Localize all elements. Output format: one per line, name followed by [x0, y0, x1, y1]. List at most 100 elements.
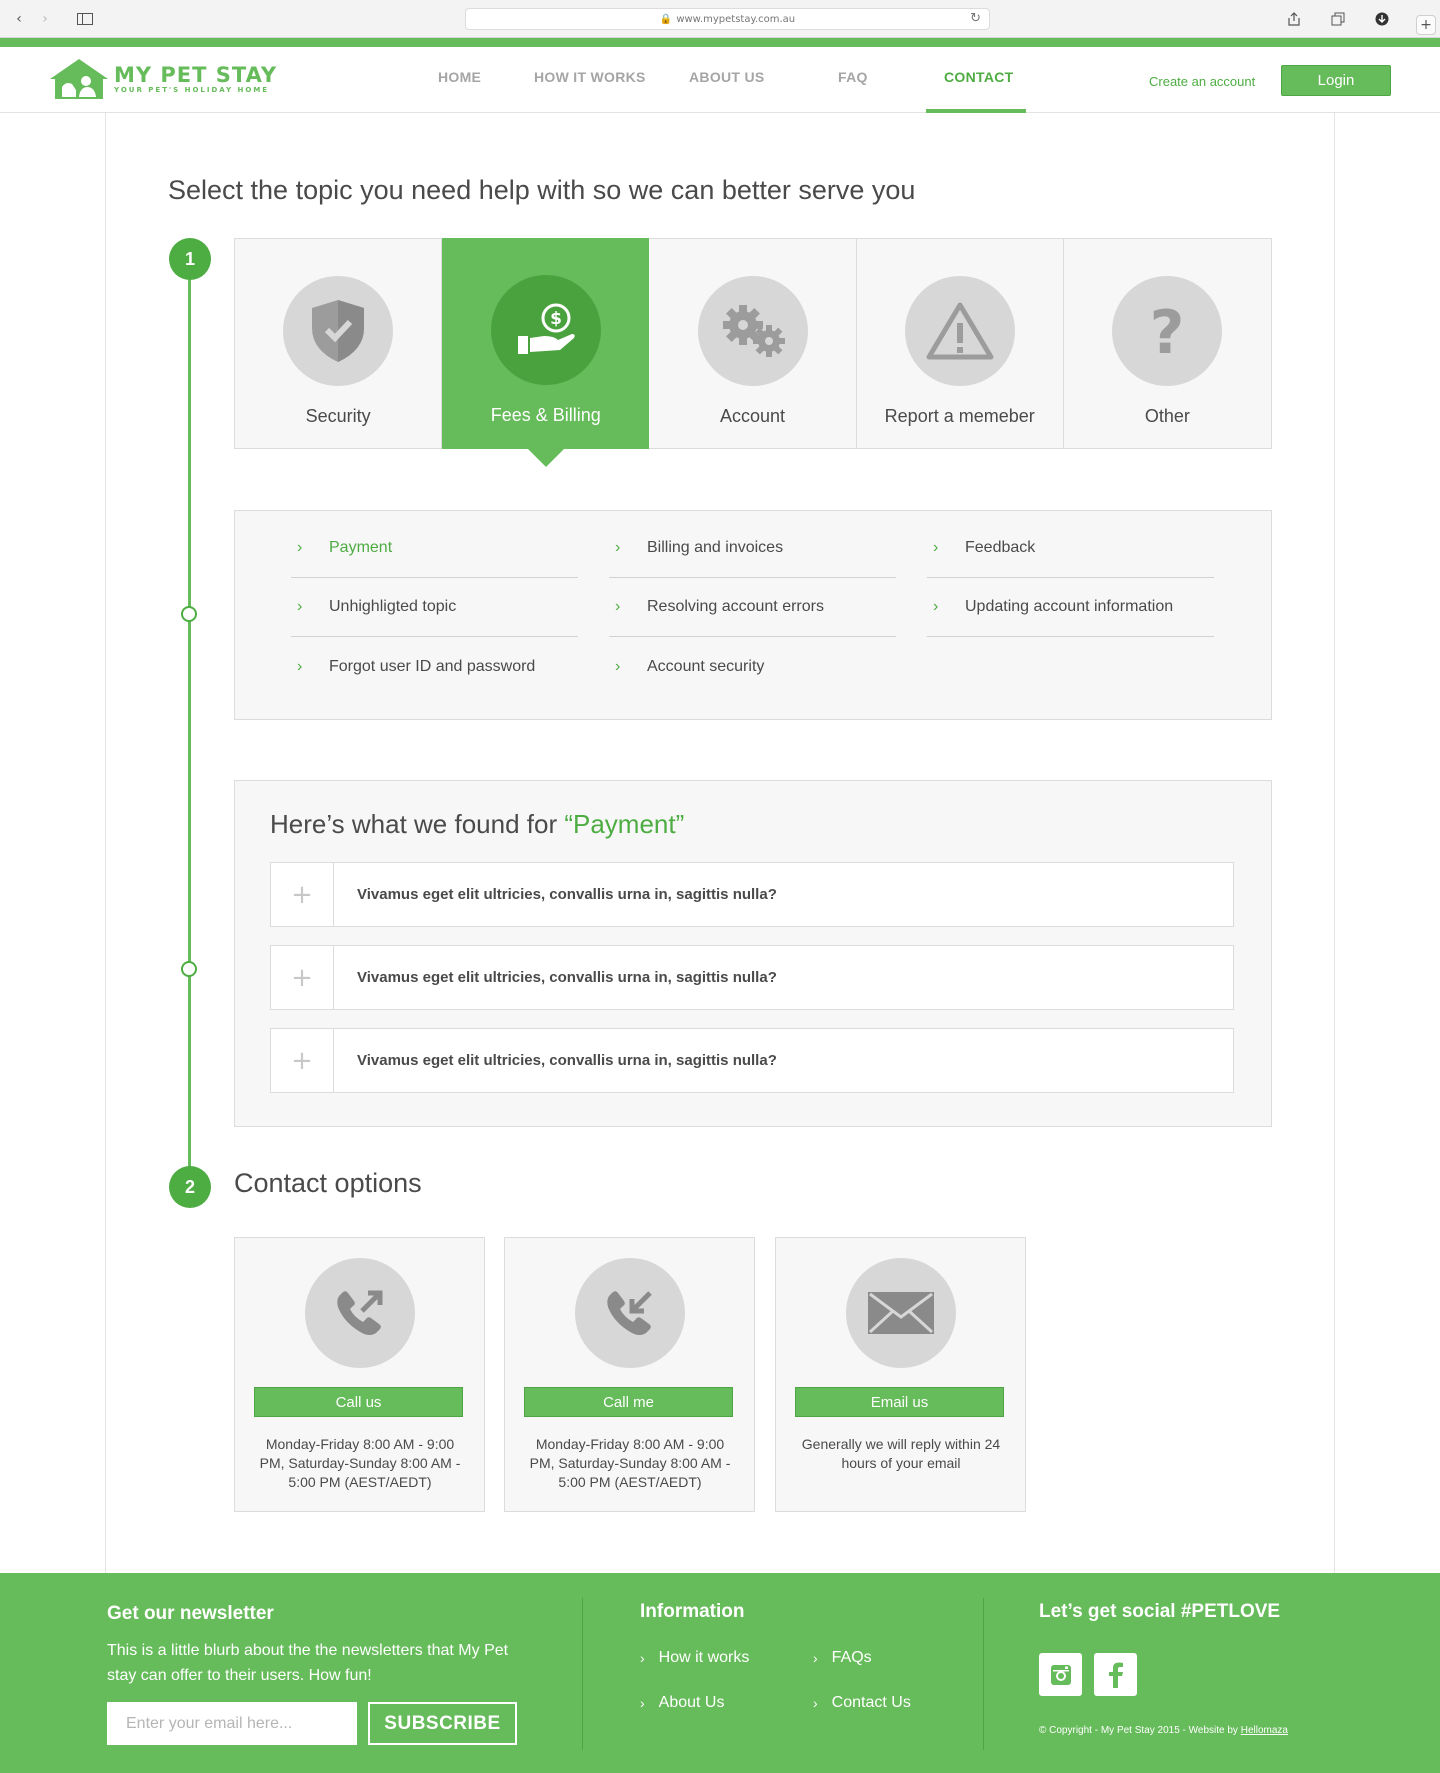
chevron-right-icon: ›	[640, 1695, 645, 1711]
newsletter-email-input[interactable]: Enter your email here...	[107, 1702, 357, 1745]
hellomaza-link[interactable]: Hellomaza	[1241, 1725, 1288, 1736]
call-us-button[interactable]: Call us	[254, 1387, 463, 1417]
warning-icon	[926, 302, 994, 360]
step-1-badge: 1	[169, 238, 211, 280]
topic-report-member[interactable]: Report a memeber	[857, 239, 1064, 448]
information-title: Information	[640, 1601, 745, 1622]
nav-faq[interactable]: FAQ	[838, 69, 868, 85]
call-me-button[interactable]: Call me	[524, 1387, 733, 1417]
browser-toolbar: ‹ › 🔒 www.mypetstay.com.au ↻ +	[0, 0, 1440, 38]
newsletter-title: Get our newsletter	[107, 1603, 274, 1624]
svg-text:$: $	[550, 309, 562, 329]
page-heading: Select the topic you need help with so w…	[168, 175, 916, 205]
faq-item[interactable]: + Vivamus eget elit ultricies, convallis…	[270, 945, 1234, 1010]
social-title: Let’s get social #PETLOVE	[1039, 1601, 1281, 1622]
chevron-right-icon: ›	[297, 539, 303, 556]
subtopic-item[interactable]: › Billing and invoices	[609, 519, 896, 578]
search-results: Here’s what we found for “Payment” + Viv…	[234, 780, 1272, 1127]
forward-button[interactable]: ›	[34, 8, 56, 30]
faq-question: Vivamus eget elit ultricies, convallis u…	[357, 969, 777, 986]
instagram-icon[interactable]	[1039, 1653, 1082, 1696]
subtopic-list: › Payment › Billing and invoices › Feedb…	[234, 510, 1272, 720]
phone-incoming-icon	[607, 1291, 652, 1335]
gears-icon	[722, 305, 785, 357]
reload-icon[interactable]: ↻	[970, 11, 981, 26]
plus-icon[interactable]: +	[271, 1029, 334, 1092]
back-button[interactable]: ‹	[8, 8, 30, 30]
footer-link-contact-us[interactable]: › Contact Us	[813, 1694, 911, 1712]
contact-option-call-us: Call us Monday-Friday 8:00 AM - 9:00 PM,…	[234, 1237, 485, 1512]
logo-tagline: YOUR PET'S HOLIDAY HOME	[114, 86, 270, 94]
subtopic-item[interactable]: › Account security	[609, 637, 896, 696]
plus-icon[interactable]: +	[271, 863, 334, 926]
subtopic-item[interactable]: › Forgot user ID and password	[291, 637, 578, 696]
contact-hours: Monday-Friday 8:00 AM - 9:00 PM, Saturda…	[259, 1436, 461, 1490]
chevron-right-icon: ›	[933, 598, 939, 615]
topic-selector: Security $ Fees & Billing Account Report…	[234, 238, 1272, 467]
subtopic-item[interactable]: › Resolving account errors	[609, 578, 896, 637]
envelope-icon	[868, 1292, 934, 1334]
active-topic-pointer	[527, 449, 564, 467]
subtopic-item[interactable]: › Updating account information	[927, 578, 1214, 637]
site-header: MY PET STAY YOUR PET'S HOLIDAY HOME HOME…	[0, 47, 1440, 113]
nav-contact[interactable]: CONTACT	[944, 69, 1014, 85]
address-bar[interactable]: 🔒 www.mypetstay.com.au ↻	[465, 8, 990, 30]
footer-link-how-it-works[interactable]: › How it works	[640, 1649, 749, 1667]
login-button[interactable]: Login	[1281, 65, 1391, 96]
facebook-icon[interactable]	[1094, 1653, 1137, 1696]
chevron-right-icon: ›	[615, 539, 621, 556]
contact-options-title: Contact options	[234, 1168, 422, 1198]
topic-other[interactable]: ? Other	[1064, 239, 1271, 448]
email-us-button[interactable]: Email us	[795, 1387, 1004, 1417]
contact-hours: Monday-Friday 8:00 AM - 9:00 PM, Saturda…	[529, 1436, 731, 1490]
topic-fees-billing[interactable]: $ Fees & Billing	[442, 238, 650, 467]
footer-link-faqs[interactable]: › FAQs	[813, 1649, 872, 1667]
house-logo-icon	[50, 59, 108, 99]
share-icon[interactable]	[1282, 8, 1306, 30]
timeline-dot	[181, 961, 197, 977]
email-reply-note: Generally we will reply within 24 hours …	[801, 1436, 1001, 1471]
topic-label: Security	[305, 406, 371, 426]
contact-option-call-me: Call me Monday-Friday 8:00 AM - 9:00 PM,…	[504, 1237, 755, 1512]
nav-home[interactable]: HOME	[438, 69, 481, 85]
footer-divider	[582, 1598, 583, 1750]
nav-about-us[interactable]: ABOUT US	[689, 69, 765, 85]
chevron-right-icon: ›	[933, 539, 939, 556]
contact-option-email-us: Email us Generally we will reply within …	[775, 1237, 1026, 1512]
site-footer: Get our newsletter This is a little blur…	[0, 1573, 1440, 1773]
chevron-right-icon: ›	[615, 598, 621, 615]
sidebar-toggle-icon[interactable]	[70, 8, 100, 30]
topic-label: Report a memeber	[884, 406, 1035, 426]
footer-divider	[983, 1598, 984, 1750]
footer-link-about-us[interactable]: › About Us	[640, 1694, 724, 1712]
subscribe-button[interactable]: SUBSCRIBE	[368, 1702, 517, 1745]
logo[interactable]: MY PET STAY YOUR PET'S HOLIDAY HOME	[48, 57, 277, 101]
subtopic-item[interactable]: › Payment	[291, 519, 578, 578]
download-icon[interactable]	[1370, 8, 1394, 30]
nav-how-it-works[interactable]: HOW IT WORKS	[534, 69, 646, 85]
timeline-line	[188, 258, 191, 1188]
address-text: www.mypetstay.com.au	[676, 13, 796, 25]
chevron-right-icon: ›	[813, 1695, 818, 1711]
chevron-right-icon: ›	[297, 657, 303, 675]
topic-account[interactable]: Account	[649, 239, 857, 448]
topic-label: Fees & Billing	[490, 405, 601, 425]
chevron-right-icon: ›	[297, 598, 303, 615]
logo-name: MY PET STAY	[114, 63, 278, 87]
faq-item[interactable]: + Vivamus eget elit ultricies, convallis…	[270, 1028, 1234, 1093]
faq-question: Vivamus eget elit ultricies, convallis u…	[357, 886, 777, 903]
new-tab-icon[interactable]: +	[1416, 15, 1436, 35]
svg-text:?: ?	[1150, 301, 1185, 361]
subtopic-item[interactable]: › Unhighligted topic	[291, 578, 578, 637]
tabs-icon[interactable]	[1326, 8, 1350, 30]
subtopic-item[interactable]: › Feedback	[927, 519, 1214, 578]
plus-icon[interactable]: +	[271, 946, 334, 1009]
timeline-dot	[181, 606, 197, 622]
create-account-link[interactable]: Create an account	[1149, 74, 1255, 89]
topic-label: Account	[719, 406, 786, 426]
step-2-badge: 2	[169, 1166, 211, 1208]
topic-security[interactable]: Security	[235, 239, 443, 448]
chevron-right-icon: ›	[615, 657, 621, 675]
faq-item[interactable]: + Vivamus eget elit ultricies, convallis…	[270, 862, 1234, 927]
question-icon: ?	[1150, 301, 1185, 361]
